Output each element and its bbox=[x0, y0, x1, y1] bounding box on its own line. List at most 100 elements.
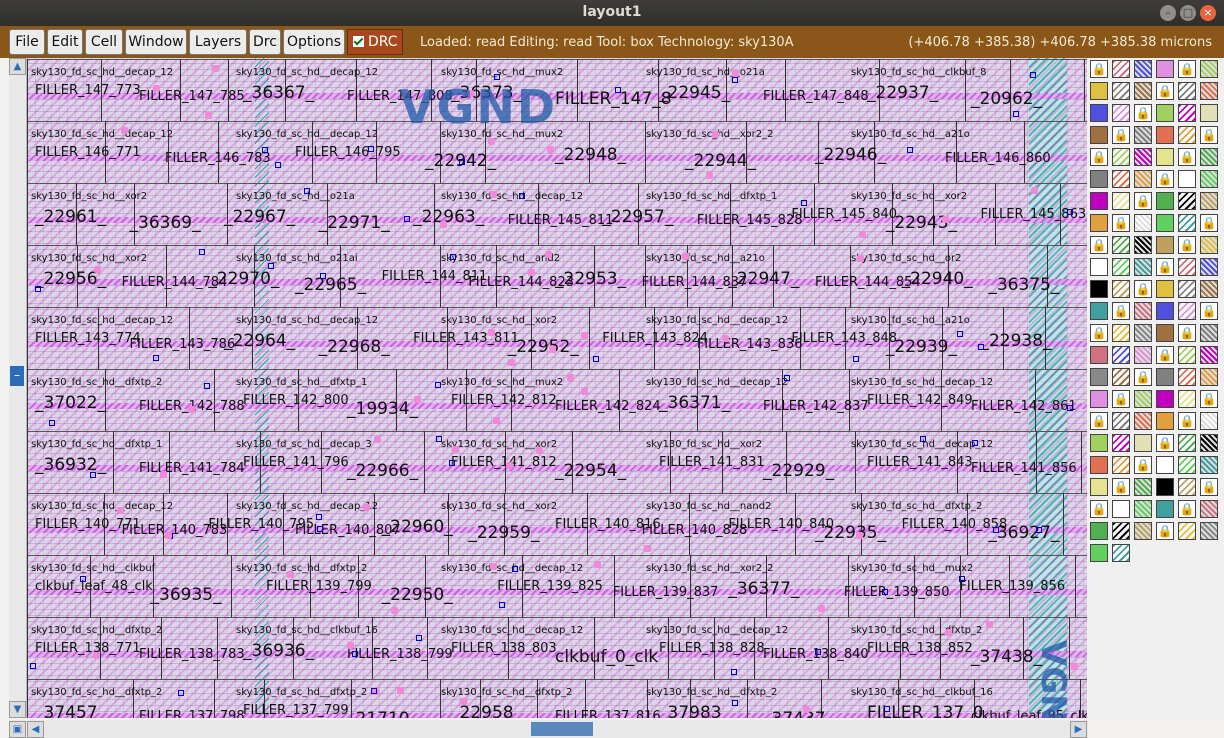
lock-icon[interactable]: 🔒 bbox=[1156, 346, 1174, 364]
lock-icon[interactable]: 🔒 bbox=[1156, 434, 1174, 452]
lock-icon[interactable]: 🔒 bbox=[1112, 390, 1130, 408]
lock-icon[interactable]: 🔒 bbox=[1178, 324, 1196, 342]
lock-icon[interactable]: 🔒 bbox=[1178, 500, 1196, 518]
layer-swatch[interactable] bbox=[1134, 346, 1152, 364]
layer-swatch[interactable] bbox=[1090, 522, 1108, 540]
layout-canvas[interactable]: sky130_fd_sc_hd__decap_12 sky130_fd_sc_hd… bbox=[27, 58, 1087, 718]
instance-label[interactable]: FILLER_143_786 bbox=[130, 337, 236, 352]
menu-drc[interactable]: Drc bbox=[249, 29, 281, 55]
layer-swatch[interactable] bbox=[1134, 126, 1152, 144]
layer-swatch[interactable] bbox=[1156, 390, 1174, 408]
layer-swatch[interactable] bbox=[1134, 214, 1152, 232]
instance-label[interactable]: FILLER_146_860 bbox=[945, 151, 1051, 166]
layer-swatch[interactable] bbox=[1178, 258, 1196, 276]
lock-icon[interactable]: 🔒 bbox=[1200, 478, 1218, 496]
layer-swatch[interactable] bbox=[1178, 368, 1196, 386]
layer-swatch[interactable] bbox=[1200, 324, 1218, 342]
instance-label[interactable]: _37438_ bbox=[971, 647, 1042, 667]
lock-icon[interactable]: 🔒 bbox=[1134, 456, 1152, 474]
layer-swatch[interactable] bbox=[1178, 280, 1196, 298]
layer-swatch[interactable] bbox=[1112, 412, 1130, 430]
menu-edit[interactable]: Edit bbox=[47, 29, 83, 55]
lock-icon[interactable]: 🔒 bbox=[1134, 192, 1152, 210]
instance-label[interactable]: _22961_ bbox=[35, 207, 106, 227]
instance-label[interactable]: FILLER_142_837 bbox=[763, 399, 869, 414]
instance-label[interactable]: _22945_ bbox=[659, 83, 730, 103]
layer-swatch[interactable] bbox=[1156, 126, 1174, 144]
layer-swatch[interactable] bbox=[1090, 170, 1108, 188]
layer-swatch[interactable] bbox=[1112, 104, 1130, 122]
instance-label[interactable]: FILLER_142_824 bbox=[555, 399, 661, 414]
instance-label[interactable]: _22966_ bbox=[347, 461, 418, 481]
layer-swatch[interactable] bbox=[1200, 258, 1218, 276]
instance-label[interactable]: FILLER_143_824 bbox=[602, 331, 708, 346]
instance-label[interactable]: FILLER_141_831 bbox=[659, 455, 765, 470]
lock-icon[interactable]: 🔒 bbox=[1090, 148, 1108, 166]
layer-swatch[interactable] bbox=[1090, 544, 1108, 562]
menu-layers[interactable]: Layers bbox=[189, 29, 247, 55]
layer-swatch[interactable] bbox=[1200, 368, 1218, 386]
instance-label[interactable]: FILLER_146_783 bbox=[165, 151, 271, 166]
lock-icon[interactable]: 🔒 bbox=[1178, 148, 1196, 166]
layer-swatch[interactable] bbox=[1134, 258, 1152, 276]
layer-swatch[interactable] bbox=[1090, 478, 1108, 496]
instance-label[interactable]: _36375_ bbox=[988, 275, 1059, 295]
instance-label[interactable]: _20962_ bbox=[971, 89, 1042, 109]
layer-swatch[interactable] bbox=[1178, 478, 1196, 496]
layer-swatch[interactable] bbox=[1134, 60, 1152, 78]
instance-label[interactable]: _22948_ bbox=[555, 145, 626, 165]
menu-cell[interactable]: Cell bbox=[85, 29, 123, 55]
layer-swatch[interactable] bbox=[1112, 170, 1130, 188]
instance-label[interactable]: _22958_ bbox=[451, 703, 522, 718]
instance-label[interactable]: _36371_ bbox=[659, 393, 730, 413]
layer-swatch[interactable] bbox=[1090, 302, 1108, 320]
layer-swatch[interactable] bbox=[1156, 302, 1174, 320]
layer-swatch[interactable] bbox=[1134, 412, 1152, 430]
maximize-button[interactable]: □ bbox=[1180, 5, 1196, 21]
layer-swatch[interactable] bbox=[1200, 346, 1218, 364]
instance-label[interactable]: FILLER_137_816 bbox=[555, 709, 661, 718]
instance-label[interactable]: _22953_ bbox=[555, 269, 626, 289]
layer-swatch[interactable] bbox=[1200, 104, 1218, 122]
lock-icon[interactable]: 🔒 bbox=[1090, 60, 1108, 78]
instance-label[interactable]: _37983_ bbox=[659, 703, 730, 718]
instance-label[interactable]: FILLER_137_799 bbox=[243, 703, 349, 718]
layer-swatch[interactable] bbox=[1112, 522, 1130, 540]
instance-label[interactable]: _22959_ bbox=[468, 523, 539, 543]
lock-icon[interactable]: 🔒 bbox=[1156, 522, 1174, 540]
horizontal-scroll-thumb[interactable] bbox=[531, 722, 593, 736]
instance-label[interactable]: _36936_ bbox=[243, 641, 314, 661]
layer-swatch[interactable] bbox=[1178, 170, 1196, 188]
lock-icon[interactable]: 🔒 bbox=[1200, 214, 1218, 232]
layer-swatch[interactable] bbox=[1090, 456, 1108, 474]
layer-swatch[interactable] bbox=[1134, 236, 1152, 254]
lock-icon[interactable]: 🔒 bbox=[1134, 280, 1152, 298]
lock-icon[interactable]: 🔒 bbox=[1090, 412, 1108, 430]
instance-label[interactable]: _22946_ bbox=[815, 145, 886, 165]
lock-icon[interactable]: 🔒 bbox=[1156, 258, 1174, 276]
instance-label[interactable]: _21710_ bbox=[347, 709, 418, 718]
lock-icon[interactable]: 🔒 bbox=[1156, 170, 1174, 188]
instance-label[interactable]: _22964_ bbox=[224, 331, 295, 351]
lock-icon[interactable]: 🔒 bbox=[1090, 236, 1108, 254]
instance-label[interactable]: _22947_ bbox=[728, 269, 799, 289]
layer-swatch[interactable] bbox=[1134, 148, 1152, 166]
instance-label[interactable]: FILLER_147_848 bbox=[763, 89, 869, 104]
layer-swatch[interactable] bbox=[1156, 412, 1174, 430]
layer-swatch[interactable] bbox=[1112, 192, 1130, 210]
layer-swatch[interactable] bbox=[1090, 126, 1108, 144]
instance-label[interactable]: _36927_ bbox=[988, 523, 1059, 543]
layer-swatch[interactable] bbox=[1112, 60, 1130, 78]
layer-swatch[interactable] bbox=[1134, 324, 1152, 342]
instance-label[interactable]: _36367_ bbox=[243, 83, 314, 103]
lock-icon[interactable]: 🔒 bbox=[1200, 390, 1218, 408]
layer-swatch[interactable] bbox=[1178, 302, 1196, 320]
layer-swatch[interactable] bbox=[1200, 82, 1218, 100]
instance-label[interactable]: _37457_ bbox=[35, 703, 106, 718]
layer-swatch[interactable] bbox=[1134, 390, 1152, 408]
instance-label[interactable]: FILLER_138_828 bbox=[659, 641, 765, 656]
instance-label[interactable]: FILLER_142_800 bbox=[243, 393, 349, 408]
layer-swatch[interactable] bbox=[1200, 192, 1218, 210]
layer-swatch[interactable] bbox=[1112, 346, 1130, 364]
layer-swatch[interactable] bbox=[1090, 214, 1108, 232]
